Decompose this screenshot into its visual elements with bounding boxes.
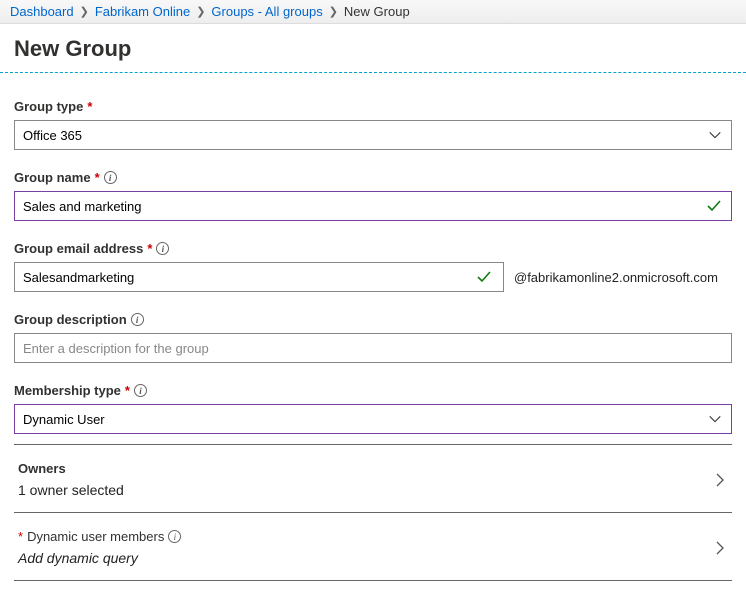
label-text: Group email address [14, 241, 143, 256]
chevron-right-icon [712, 472, 728, 488]
owners-title: Owners [18, 461, 66, 476]
chevron-right-icon: ❯ [329, 5, 338, 18]
group-description-input[interactable] [14, 333, 732, 363]
label-text: Group description [14, 312, 127, 327]
label-text: Group name [14, 170, 91, 185]
owners-value: 1 owner selected [18, 482, 124, 498]
info-icon[interactable]: i [131, 313, 144, 326]
field-group-email: Group email address * i @fabrikamonline2… [14, 241, 732, 292]
chevron-right-icon: ❯ [196, 5, 205, 18]
label-text: Membership type [14, 383, 121, 398]
group-type-select[interactable] [14, 120, 732, 150]
dynamic-members-row[interactable]: * Dynamic user members i Add dynamic que… [14, 513, 732, 581]
info-icon[interactable]: i [168, 530, 181, 543]
field-group-name: Group name * i [14, 170, 732, 221]
breadcrumb-current: New Group [344, 4, 410, 19]
required-indicator: * [95, 170, 100, 185]
chevron-right-icon [712, 540, 728, 556]
membership-type-label: Membership type * i [14, 383, 732, 398]
required-indicator: * [18, 529, 23, 544]
field-membership-type: Membership type * i [14, 383, 732, 434]
dynamic-members-title: Dynamic user members [27, 529, 164, 544]
group-email-label: Group email address * i [14, 241, 732, 256]
field-group-description: Group description i [14, 312, 732, 363]
breadcrumb-link-groups[interactable]: Groups - All groups [211, 4, 322, 19]
breadcrumb-link-fabrikam-online[interactable]: Fabrikam Online [95, 4, 190, 19]
new-group-form: Group type * Group name * i Group email … [0, 99, 746, 601]
chevron-right-icon: ❯ [80, 5, 89, 18]
group-name-label: Group name * i [14, 170, 732, 185]
info-icon[interactable]: i [156, 242, 169, 255]
email-domain-suffix: @fabrikamonline2.onmicrosoft.com [514, 270, 718, 285]
membership-type-select[interactable] [14, 404, 732, 434]
group-email-input[interactable] [14, 262, 504, 292]
required-indicator: * [147, 241, 152, 256]
label-text: Group type [14, 99, 83, 114]
group-name-input[interactable] [14, 191, 732, 221]
owners-row[interactable]: Owners 1 owner selected [14, 445, 732, 513]
page-title: New Group [0, 24, 746, 72]
group-description-label: Group description i [14, 312, 732, 327]
info-icon[interactable]: i [134, 384, 147, 397]
required-indicator: * [87, 99, 92, 114]
group-type-label: Group type * [14, 99, 732, 114]
required-indicator: * [125, 383, 130, 398]
dynamic-members-value: Add dynamic query [18, 550, 181, 566]
breadcrumb-link-dashboard[interactable]: Dashboard [10, 4, 74, 19]
section-divider [0, 72, 746, 73]
breadcrumb: Dashboard ❯ Fabrikam Online ❯ Groups - A… [0, 0, 746, 24]
field-group-type: Group type * [14, 99, 732, 150]
info-icon[interactable]: i [104, 171, 117, 184]
